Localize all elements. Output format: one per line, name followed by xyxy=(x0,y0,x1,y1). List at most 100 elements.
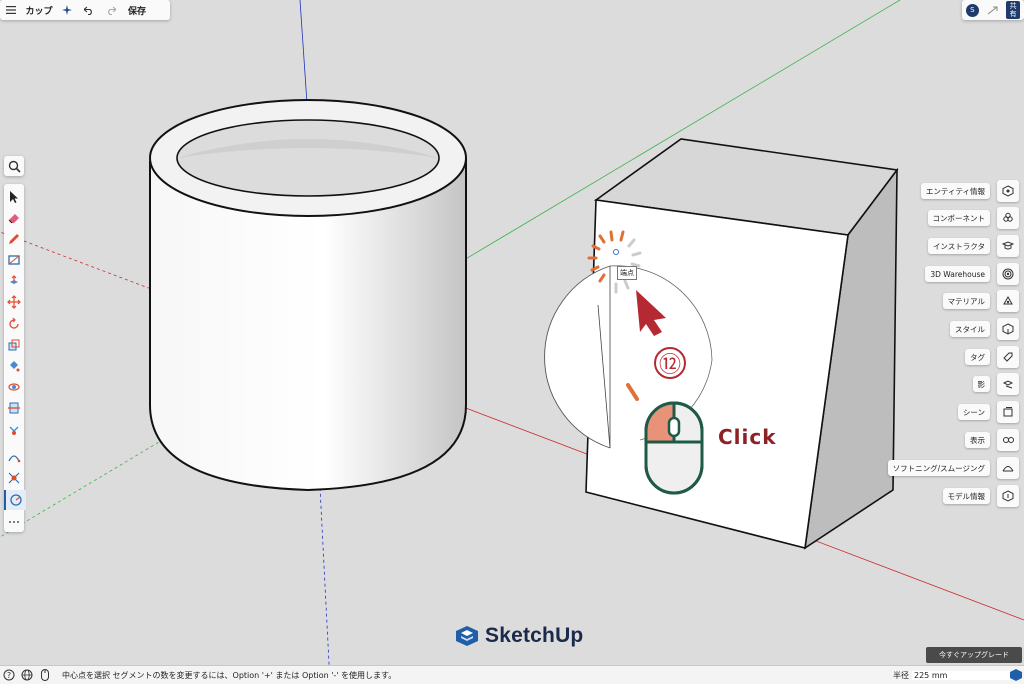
entity-info-icon xyxy=(1002,185,1014,197)
ellipsis-icon xyxy=(9,521,19,523)
move-tool[interactable] xyxy=(4,292,24,312)
pencil-icon xyxy=(9,234,19,244)
zoom-extents-icon xyxy=(8,472,20,484)
right-panel-label[interactable]: タグ xyxy=(965,349,990,365)
orbit-tool[interactable] xyxy=(4,377,24,397)
eraser-icon xyxy=(8,214,19,224)
arc-tool[interactable] xyxy=(4,447,24,467)
box-model[interactable] xyxy=(585,138,899,550)
tool-palette xyxy=(4,184,26,532)
eraser-tool[interactable] xyxy=(4,208,24,228)
more-tools[interactable] xyxy=(4,512,24,532)
right-panel-label[interactable]: インストラクタ xyxy=(927,238,990,254)
scale-icon xyxy=(8,339,20,351)
section-tool[interactable] xyxy=(4,398,24,418)
tape-measure-tool[interactable] xyxy=(4,420,24,440)
right-panel-label[interactable]: シーン xyxy=(957,404,990,420)
undo-icon[interactable] xyxy=(78,0,100,20)
tags-icon xyxy=(1003,352,1013,362)
warehouse-icon xyxy=(1002,268,1014,280)
step-number: ⑫ xyxy=(658,353,681,378)
model-info-panel-button[interactable] xyxy=(997,485,1019,507)
styles-panel-button[interactable] xyxy=(997,318,1019,340)
mouse-status-icon xyxy=(36,669,54,681)
rectangle-icon xyxy=(8,255,20,265)
scenes-icon xyxy=(1003,407,1013,417)
svg-text:?: ? xyxy=(7,671,11,680)
orbit-icon xyxy=(8,383,20,391)
display-panel-button[interactable] xyxy=(997,429,1019,451)
help-icon[interactable]: ? xyxy=(0,669,18,681)
right-panel-label[interactable]: 表示 xyxy=(965,432,990,448)
scenes-panel-button[interactable] xyxy=(997,401,1019,423)
materials-icon xyxy=(1003,295,1013,305)
components-icon xyxy=(1003,212,1013,222)
instructor-icon xyxy=(1002,241,1014,250)
share-label-bottom: 有 xyxy=(1009,10,1017,18)
warehouse-panel-button[interactable] xyxy=(997,263,1019,285)
top-right-toolbar: S 共 有 xyxy=(962,0,1024,20)
rectangle-tool[interactable] xyxy=(4,250,24,270)
components-panel-button[interactable] xyxy=(997,207,1019,229)
save-button[interactable]: 保存 xyxy=(122,0,152,20)
right-panel-label[interactable]: モデル情報 xyxy=(942,488,990,504)
share-button[interactable]: 共 有 xyxy=(1006,1,1021,19)
materials-panel-button[interactable] xyxy=(997,290,1019,312)
sketchup-logo-icon xyxy=(456,626,478,646)
right-panel-label[interactable]: スタイル xyxy=(950,321,990,337)
radius-label: 半径 xyxy=(893,670,909,680)
sketchup-logo: SketchUp xyxy=(455,624,583,648)
top-toolbar: カップ 保存 xyxy=(0,0,170,20)
arrow-icon xyxy=(10,191,18,203)
model-info-icon xyxy=(1002,490,1014,502)
right-panel-label[interactable]: マテリアル xyxy=(942,293,990,309)
entity-info-panel-button[interactable] xyxy=(997,180,1019,202)
status-bar: ? 中心点を選択 セグメントの数を変更するには、Option '+' または O… xyxy=(0,665,1024,684)
3d-viewport[interactable] xyxy=(0,0,1024,683)
shadows-panel-button[interactable] xyxy=(997,373,1019,395)
radius-value-field[interactable]: 225 mm xyxy=(912,670,1010,680)
shadows-icon xyxy=(1002,380,1014,389)
rotate-tool[interactable] xyxy=(4,314,24,334)
right-panel-label[interactable]: 3D Warehouse xyxy=(925,266,990,282)
status-message: 中心点を選択 セグメントの数を変更するには、Option '+' または Opt… xyxy=(62,670,397,680)
scale-tool[interactable] xyxy=(4,335,24,355)
circle-tool[interactable] xyxy=(4,490,26,510)
cup-model[interactable] xyxy=(149,99,467,492)
paint-bucket-icon xyxy=(10,361,20,372)
zoom-extents-tool[interactable] xyxy=(4,468,24,488)
paint-bucket-tool[interactable] xyxy=(4,356,24,376)
magic-sparkle-icon[interactable] xyxy=(56,0,78,20)
right-panel-label[interactable]: 影 xyxy=(972,376,990,392)
share-label-top: 共 xyxy=(1009,2,1017,10)
search-tool-button[interactable] xyxy=(4,156,24,176)
display-icon xyxy=(1003,437,1014,443)
upgrade-button[interactable]: 今すぐアップグレード xyxy=(926,647,1022,663)
push-pull-tool[interactable] xyxy=(4,271,24,291)
tape-measure-icon xyxy=(9,426,19,435)
circle-icon xyxy=(10,494,22,506)
sketchup-status-icon xyxy=(1010,669,1022,681)
vertex-tooltip: 端点 xyxy=(617,266,637,280)
right-panel-label[interactable]: ソフトニング/スムージング xyxy=(887,460,990,476)
push-pull-icon xyxy=(10,275,18,284)
right-panel-label[interactable]: コンポーネント xyxy=(927,210,990,226)
redo-icon[interactable] xyxy=(100,0,122,20)
tags-panel-button[interactable] xyxy=(997,346,1019,368)
instructor-panel-button[interactable] xyxy=(997,235,1019,257)
notification-icon[interactable] xyxy=(986,4,998,16)
click-annotation: Click xyxy=(718,425,777,449)
globe-icon[interactable] xyxy=(18,669,36,681)
avatar[interactable]: S xyxy=(965,3,979,17)
mouse-icon xyxy=(644,401,704,495)
select-tool[interactable] xyxy=(4,187,24,207)
model-name[interactable]: カップ xyxy=(22,0,56,20)
search-icon xyxy=(8,160,21,173)
vertex-tooltip-text: 端点 xyxy=(620,269,634,277)
styles-icon xyxy=(1002,323,1014,335)
pencil-tool[interactable] xyxy=(4,229,24,249)
right-panel-label[interactable]: エンティティ情報 xyxy=(920,183,990,199)
move-icon xyxy=(7,295,21,309)
soften-panel-button[interactable] xyxy=(997,457,1019,479)
hamburger-menu-icon[interactable] xyxy=(0,0,22,20)
